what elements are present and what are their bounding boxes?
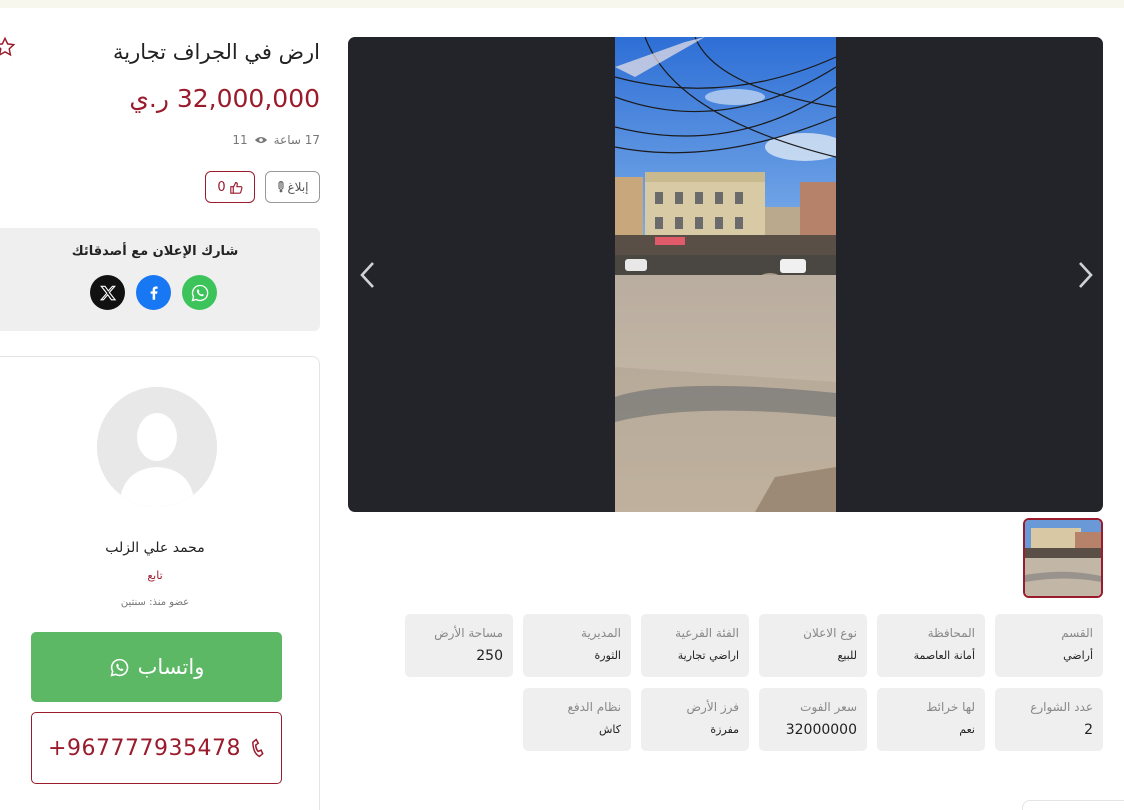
spec-value: أمانة العاصمة bbox=[913, 649, 975, 662]
phone-contact-button[interactable]: +967777935478 bbox=[31, 712, 282, 784]
listing-main-photo[interactable] bbox=[615, 37, 836, 512]
listing-meta: 17 ساعة 11 bbox=[232, 133, 320, 147]
spec-item: نوع الاعلان للبيع bbox=[759, 614, 867, 677]
spec-value: مفرزة bbox=[710, 723, 739, 736]
spec-label: المحافظة bbox=[927, 626, 975, 640]
seller-role: تابع bbox=[147, 569, 163, 582]
time-ago: 17 ساعة bbox=[273, 133, 320, 147]
chevron-right-icon[interactable] bbox=[1073, 260, 1097, 290]
spec-label: الفئة الفرعية bbox=[675, 626, 739, 640]
spec-item: نظام الدفع كاش bbox=[523, 688, 631, 751]
spec-label: مساحة الأرض bbox=[434, 626, 503, 640]
share-title: شارك الإعلان مع أصدقائك bbox=[71, 244, 239, 259]
spec-item: لها خرائط نعم bbox=[877, 688, 985, 751]
likes-count: 0 bbox=[217, 179, 226, 195]
whatsapp-icon bbox=[110, 658, 128, 676]
share-box: شارك الإعلان مع أصدقائك bbox=[0, 228, 320, 331]
phone-number: +967777935478 bbox=[48, 735, 241, 761]
listing-title: ارض في الجراف تجارية bbox=[113, 40, 320, 64]
favorite-star-icon[interactable] bbox=[0, 36, 16, 58]
flag-icon bbox=[277, 181, 284, 193]
listing-price: 32,000,000 ر.ي bbox=[129, 84, 320, 113]
spec-label: عدد الشوارع bbox=[1030, 700, 1093, 714]
spec-label: نوع الاعلان bbox=[803, 626, 857, 640]
listing-actions: إبلاغ 0 bbox=[205, 171, 320, 203]
spec-value: 32000000 bbox=[785, 722, 857, 738]
phone-icon bbox=[252, 738, 264, 758]
whatsapp-label: واتساب bbox=[137, 655, 205, 679]
whatsapp-contact-button[interactable]: واتساب bbox=[31, 632, 282, 702]
spec-item: فرز الأرض مفرزة bbox=[641, 688, 749, 751]
spec-value: اراضي تجارية bbox=[677, 649, 739, 662]
spec-label: المديرية bbox=[581, 626, 621, 640]
like-button[interactable]: 0 bbox=[205, 171, 255, 203]
spec-item: عدد الشوارع 2 bbox=[995, 688, 1103, 751]
spec-label: لها خرائط bbox=[926, 700, 975, 714]
x-icon[interactable] bbox=[90, 275, 125, 310]
spec-value: الثورة bbox=[594, 649, 622, 662]
seller-card: محمد علي الزلب تابع عضو منذ: سنتين واتسا… bbox=[0, 356, 320, 810]
eye-icon bbox=[254, 136, 267, 144]
report-button[interactable]: إبلاغ bbox=[265, 171, 320, 203]
spec-label: نظام الدفع bbox=[567, 700, 622, 714]
facebook-icon[interactable] bbox=[136, 275, 171, 310]
thumbs-up-icon bbox=[229, 181, 243, 194]
spec-value: للبيع bbox=[837, 649, 858, 662]
chevron-left-icon[interactable] bbox=[356, 260, 380, 290]
spec-value: أراضي bbox=[1063, 649, 1093, 662]
gallery-thumbnail[interactable] bbox=[1023, 518, 1103, 598]
spec-label: سعر الفوت bbox=[800, 700, 857, 714]
next-section-card bbox=[1022, 800, 1124, 810]
seller-name[interactable]: محمد علي الزلب bbox=[0, 540, 319, 556]
spec-item: المديرية الثورة bbox=[523, 614, 631, 677]
whatsapp-icon[interactable] bbox=[182, 275, 217, 310]
views-count: 11 bbox=[232, 133, 248, 147]
spec-label: فرز الأرض bbox=[686, 700, 739, 714]
spec-item: المحافظة أمانة العاصمة bbox=[877, 614, 985, 677]
thumbnail-image bbox=[1025, 520, 1101, 596]
spec-value: كاش bbox=[598, 723, 621, 736]
seller-member-since: عضو منذ: سنتين bbox=[120, 597, 190, 608]
top-bar bbox=[0, 0, 1124, 8]
street-photo-image bbox=[615, 37, 836, 512]
spec-item: القسم أراضي bbox=[995, 614, 1103, 677]
seller-avatar bbox=[97, 387, 217, 507]
spec-item: مساحة الأرض 250 bbox=[405, 614, 513, 677]
share-icons bbox=[90, 275, 217, 310]
spec-item: الفئة الفرعية اراضي تجارية bbox=[641, 614, 749, 677]
spec-item: سعر الفوت 32000000 bbox=[759, 688, 867, 751]
user-silhouette-icon bbox=[97, 387, 217, 507]
image-gallery bbox=[348, 37, 1103, 512]
spec-label: القسم bbox=[1061, 626, 1093, 640]
report-label: إبلاغ bbox=[287, 180, 309, 194]
spec-value: نعم bbox=[959, 723, 975, 736]
spec-value: 2 bbox=[1084, 722, 1093, 738]
spec-value: 250 bbox=[476, 648, 503, 664]
